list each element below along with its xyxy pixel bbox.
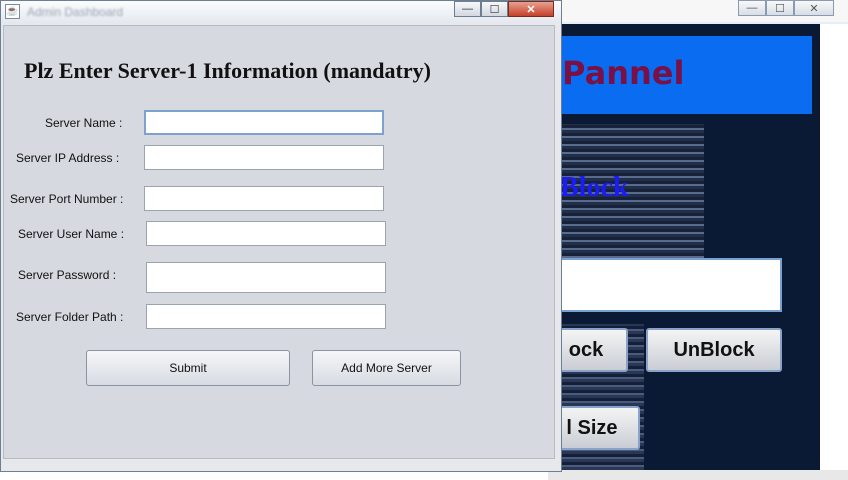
unblock-button[interactable]: UnBlock: [646, 328, 782, 372]
background-bottom-strip: [548, 470, 848, 480]
form-heading: Plz Enter Server-1 Information (mandatry…: [24, 58, 431, 83]
background-window: — ☐ ✕ Pannel Block ock UnBlock l Size: [544, 0, 848, 480]
block-logo-text: Block: [560, 172, 629, 203]
maximize-button[interactable]: ☐: [481, 1, 508, 17]
server-name-label: Server Name :: [45, 116, 123, 130]
java-app-icon: ☕: [5, 4, 20, 19]
dialog-titlebar[interactable]: ☕ Admin Dashboard — ☐ ✕: [1, 1, 561, 23]
background-window-edge: [820, 24, 848, 470]
close-button[interactable]: ✕: [508, 1, 554, 17]
background-titlebar: — ☐ ✕: [548, 0, 848, 22]
server-name-input[interactable]: [144, 110, 384, 135]
background-banner-title: Pannel: [562, 54, 685, 92]
background-client-area: Pannel Block ock UnBlock l Size: [544, 24, 820, 470]
background-close-button[interactable]: ✕: [794, 0, 834, 16]
background-window-controls: — ☐ ✕: [738, 0, 834, 18]
background-text-field[interactable]: [556, 258, 782, 312]
server-info-dialog: ☕ Admin Dashboard — ☐ ✕ Plz Enter Server…: [0, 0, 562, 472]
server-password-label: Server Password :: [18, 268, 117, 282]
form-panel: Plz Enter Server-1 Information (mandatry…: [3, 25, 555, 459]
background-maximize-button[interactable]: ☐: [766, 0, 794, 16]
minimize-button[interactable]: —: [454, 1, 481, 17]
window-controls: — ☐ ✕: [454, 1, 554, 17]
window-title: Admin Dashboard: [27, 5, 124, 19]
submit-button[interactable]: Submit: [86, 350, 290, 386]
server-password-input[interactable]: [146, 262, 386, 293]
server-folder-input[interactable]: [146, 304, 386, 329]
server-ip-input[interactable]: [144, 145, 384, 170]
server-user-label: Server User Name :: [18, 227, 125, 241]
add-more-server-button[interactable]: Add More Server: [312, 350, 461, 386]
background-banner: Pannel: [554, 36, 812, 114]
server-port-label: Server Port Number :: [10, 192, 124, 206]
server-port-input[interactable]: [144, 186, 384, 211]
server-user-input[interactable]: [146, 221, 386, 246]
background-minimize-button[interactable]: —: [738, 0, 766, 16]
server-ip-label: Server IP Address :: [16, 151, 120, 165]
server-folder-label: Server Folder Path :: [16, 310, 124, 324]
